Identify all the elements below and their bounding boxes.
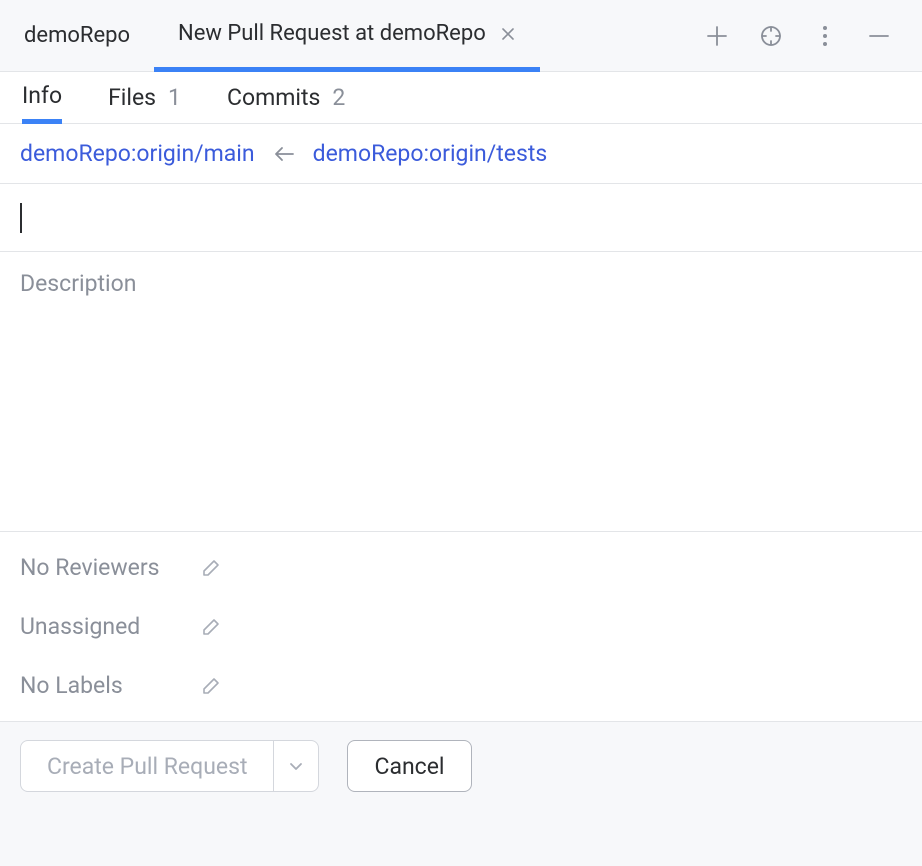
arrow-left-icon: [273, 145, 295, 163]
labels-label: No Labels: [20, 672, 200, 699]
cursor-caret: [20, 203, 22, 233]
tab-files[interactable]: Files 1: [108, 72, 181, 123]
tab-info[interactable]: Info: [22, 73, 62, 124]
reviewers-row: No Reviewers: [20, 554, 902, 581]
pencil-icon[interactable]: [200, 616, 222, 638]
button-bar: Create Pull Request Cancel: [0, 722, 922, 810]
more-icon[interactable]: [812, 23, 838, 49]
top-actions: [704, 23, 910, 49]
target-icon[interactable]: [758, 23, 784, 49]
tab-new-pr[interactable]: New Pull Request at demoRepo: [154, 1, 540, 72]
tab-commits-count: 2: [332, 84, 345, 111]
create-pr-label: Create Pull Request: [21, 741, 274, 791]
tab-info-label: Info: [22, 82, 62, 109]
sub-tabs: Info Files 1 Commits 2: [0, 72, 922, 124]
chevron-down-icon[interactable]: [274, 741, 318, 791]
pencil-icon[interactable]: [200, 557, 222, 579]
create-pr-button[interactable]: Create Pull Request: [20, 740, 319, 792]
meta-section: No Reviewers Unassigned No Labels: [0, 532, 922, 722]
tab-files-count: 1: [168, 84, 181, 111]
branch-row: demoRepo:origin/main demoRepo:origin/tes…: [0, 124, 922, 184]
tab-commits[interactable]: Commits 2: [227, 72, 345, 123]
tab-repo[interactable]: demoRepo: [0, 0, 154, 71]
assignees-label: Unassigned: [20, 613, 200, 640]
top-bar: demoRepo New Pull Request at demoRepo: [0, 0, 922, 72]
labels-row: No Labels: [20, 672, 902, 699]
description-input[interactable]: Description: [0, 252, 922, 532]
source-branch[interactable]: demoRepo:origin/tests: [313, 140, 548, 167]
assignees-row: Unassigned: [20, 613, 902, 640]
tab-repo-label: demoRepo: [24, 23, 130, 48]
pencil-icon[interactable]: [200, 675, 222, 697]
tab-files-label: Files: [108, 84, 156, 111]
cancel-button[interactable]: Cancel: [347, 740, 471, 792]
target-branch[interactable]: demoRepo:origin/main: [20, 140, 255, 167]
tab-new-pr-label: New Pull Request at demoRepo: [178, 21, 486, 46]
minimize-icon[interactable]: [866, 23, 892, 49]
description-placeholder: Description: [20, 270, 136, 297]
reviewers-label: No Reviewers: [20, 554, 200, 581]
close-icon[interactable]: [500, 26, 516, 42]
cancel-label: Cancel: [374, 753, 444, 780]
tab-commits-label: Commits: [227, 84, 320, 111]
plus-icon[interactable]: [704, 23, 730, 49]
title-input[interactable]: [0, 184, 922, 252]
